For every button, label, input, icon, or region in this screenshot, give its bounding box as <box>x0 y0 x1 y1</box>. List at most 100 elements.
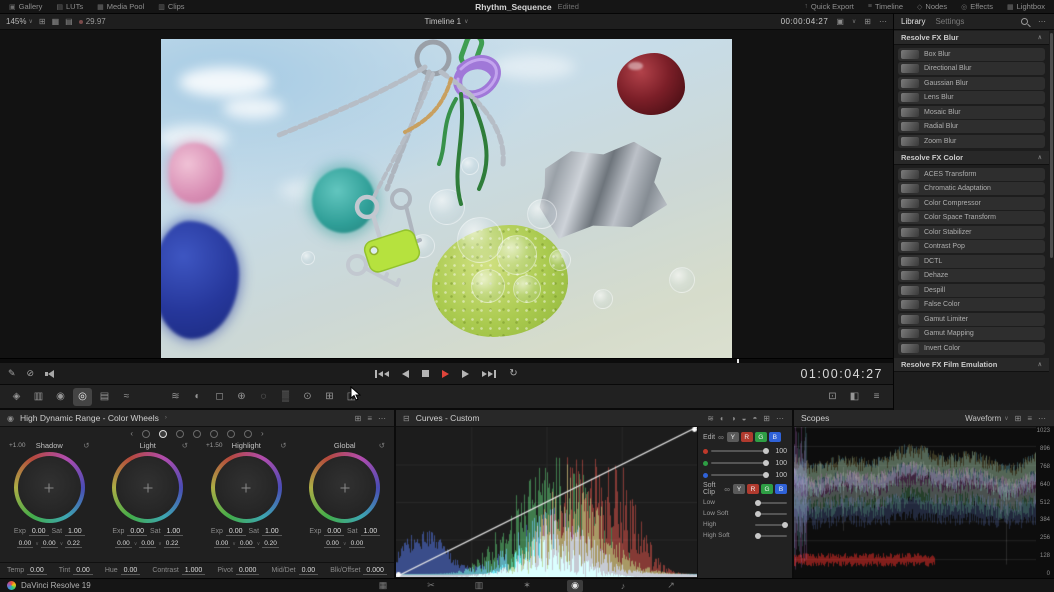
wheel-value[interactable]: 0.00 <box>349 540 366 548</box>
more-options-icon[interactable]: ⋯ <box>378 414 387 423</box>
page-icon[interactable]: ◉ <box>567 580 583 592</box>
exp-value[interactable]: 0.00 <box>29 528 49 536</box>
effect-item[interactable]: ACES Transform <box>898 168 1045 181</box>
palette-tool-icon[interactable]: ▤ <box>95 388 114 406</box>
curves-icon[interactable]: ⊟ <box>403 414 410 423</box>
camera-icon[interactable]: ▣ <box>836 17 844 26</box>
chevron-down-icon[interactable]: ∨ <box>852 18 856 25</box>
effect-item[interactable]: Chromatic Adaptation <box>898 182 1045 195</box>
color-wheel-light[interactable] <box>112 452 183 523</box>
parameter-value[interactable]: 0.000 <box>363 567 387 575</box>
channel-button[interactable]: Y <box>727 432 739 442</box>
color-wheel-shadow[interactable] <box>14 452 85 523</box>
panel-expand-icon[interactable]: ⊞ <box>1015 414 1022 423</box>
exp-value[interactable]: 0.00 <box>226 528 246 536</box>
wheel-value[interactable]: 0.20 <box>262 540 279 548</box>
exp-value[interactable]: 0.00 <box>324 528 344 536</box>
sat-value[interactable]: 1.00 <box>65 528 85 536</box>
more-options-icon[interactable]: ⋯ <box>1038 414 1047 423</box>
gain-value[interactable]: 100 <box>771 460 787 467</box>
grid-icon[interactable]: ⊞ <box>864 17 871 26</box>
channel-button[interactable]: B <box>775 484 787 494</box>
more-options-icon[interactable]: ⋯ <box>776 414 785 423</box>
topbar-right-button[interactable]: ◇ Nodes <box>910 0 954 13</box>
reset-icon[interactable]: ↺ <box>379 441 385 450</box>
panel-expand-icon[interactable]: ⊞ <box>355 414 362 423</box>
curve-mode-icon[interactable]: ◒ <box>742 414 747 423</box>
effect-item[interactable]: Dehaze <box>898 269 1045 282</box>
palette-tool-icon[interactable]: ◈ <box>7 388 26 406</box>
page-icon[interactable]: ✶ <box>519 580 535 592</box>
wheel-value[interactable]: 0.00 <box>139 540 156 548</box>
curve-mode-icon[interactable]: ◐ <box>720 414 725 423</box>
gain-slider[interactable] <box>711 462 768 464</box>
exp-value[interactable]: 0.00 <box>127 528 147 536</box>
palette-tool-icon[interactable]: ⊡ <box>823 388 842 406</box>
effect-item[interactable]: Mosaic Blur <box>898 106 1045 119</box>
palette-tool-icon[interactable]: ◎ <box>73 388 92 406</box>
gain-slider[interactable] <box>711 450 768 452</box>
color-wheel-global[interactable] <box>309 452 380 523</box>
palette-tool-icon[interactable]: ⊙ <box>298 388 317 406</box>
gain-value[interactable]: 100 <box>771 448 787 455</box>
palette-tool-icon[interactable]: ▒ <box>276 388 295 406</box>
channel-button[interactable]: B <box>769 432 781 442</box>
zoom-selector[interactable]: 145% ∨ <box>6 17 33 26</box>
chevron-right-icon[interactable]: › <box>165 415 167 421</box>
wheel-value[interactable]: 0.00 <box>17 540 34 548</box>
wheel-range-value[interactable]: +1.50 <box>206 442 222 449</box>
topbar-left-button[interactable]: ▤ LUTs <box>49 0 90 13</box>
search-icon[interactable] <box>1021 18 1028 25</box>
viewer-option-icon[interactable]: ⊞ <box>39 17 46 26</box>
wheel-value[interactable]: 0.00 <box>238 540 255 548</box>
annotate-tool-icon[interactable]: ✎ <box>8 368 16 379</box>
fx-section-header[interactable]: Resolve FX Film Emulation ∧ <box>894 358 1049 372</box>
reset-icon[interactable]: ↺ <box>280 441 286 450</box>
wheel-value[interactable]: 0.00 <box>115 540 132 548</box>
palette-tool-icon[interactable]: ◌ <box>254 388 273 406</box>
curve-mode-icon[interactable]: ≋ <box>707 414 714 423</box>
scrollbar[interactable] <box>1050 33 1053 258</box>
wheel-value[interactable]: 0.00 <box>41 540 58 548</box>
effect-item[interactable]: Color Stabilizer <box>898 226 1045 239</box>
wheel-set-dot[interactable] <box>142 430 150 438</box>
step-forward-button[interactable] <box>462 370 469 378</box>
effect-item[interactable]: Invert Color <box>898 342 1045 355</box>
topbar-left-button[interactable]: ▥ Clips <box>151 0 191 13</box>
palette-tool-icon[interactable]: ≈ <box>117 388 136 406</box>
channel-button[interactable]: Y <box>733 484 745 494</box>
page-icon[interactable]: ↗ <box>663 580 679 592</box>
more-options-icon[interactable]: ⋯ <box>879 17 887 26</box>
gain-value[interactable]: 100 <box>771 472 787 479</box>
palette-tool-icon[interactable]: ⊞ <box>320 388 339 406</box>
effect-item[interactable]: Lens Blur <box>898 91 1045 104</box>
curve-graph[interactable] <box>396 427 698 578</box>
curve-mode-icon[interactable]: ◑ <box>731 414 736 423</box>
color-wheel-highlight[interactable] <box>211 452 282 523</box>
soft-clip-slider[interactable] <box>755 535 787 537</box>
link-channels-icon[interactable]: ∞ <box>724 485 730 494</box>
wheel-set-dot[interactable] <box>244 430 252 438</box>
sat-value[interactable]: 1.00 <box>164 528 184 536</box>
parameter-value[interactable]: 1.000 <box>182 567 206 575</box>
parameter-value[interactable]: 0.00 <box>299 567 319 575</box>
effect-item[interactable]: Radial Blur <box>898 120 1045 133</box>
palette-tool-icon[interactable]: ⊕ <box>232 388 251 406</box>
soft-clip-slider[interactable] <box>755 513 787 515</box>
wheel-set-dot[interactable] <box>227 430 235 438</box>
palette-tool-icon[interactable]: ≡ <box>867 388 886 406</box>
effect-item[interactable]: False Color <box>898 298 1045 311</box>
viewer-option-icon[interactable]: ▤ <box>65 17 73 26</box>
topbar-right-button[interactable]: ◎ Effects <box>954 0 1000 13</box>
audio-speaker-icon[interactable] <box>45 369 56 378</box>
panel-menu-icon[interactable]: ≡ <box>1027 414 1032 423</box>
effect-item[interactable]: Gaussian Blur <box>898 77 1045 90</box>
last-frame-button[interactable] <box>482 370 496 378</box>
parameter-value[interactable]: 0.000 <box>236 567 260 575</box>
video-frame[interactable] <box>161 39 732 362</box>
gain-slider[interactable] <box>711 474 768 476</box>
topbar-right-button[interactable]: ≡ Timeline <box>861 0 910 13</box>
channel-button[interactable]: R <box>747 484 759 494</box>
effect-item[interactable]: Gamut Limiter <box>898 313 1045 326</box>
parameter-value[interactable]: 0.00 <box>73 567 93 575</box>
